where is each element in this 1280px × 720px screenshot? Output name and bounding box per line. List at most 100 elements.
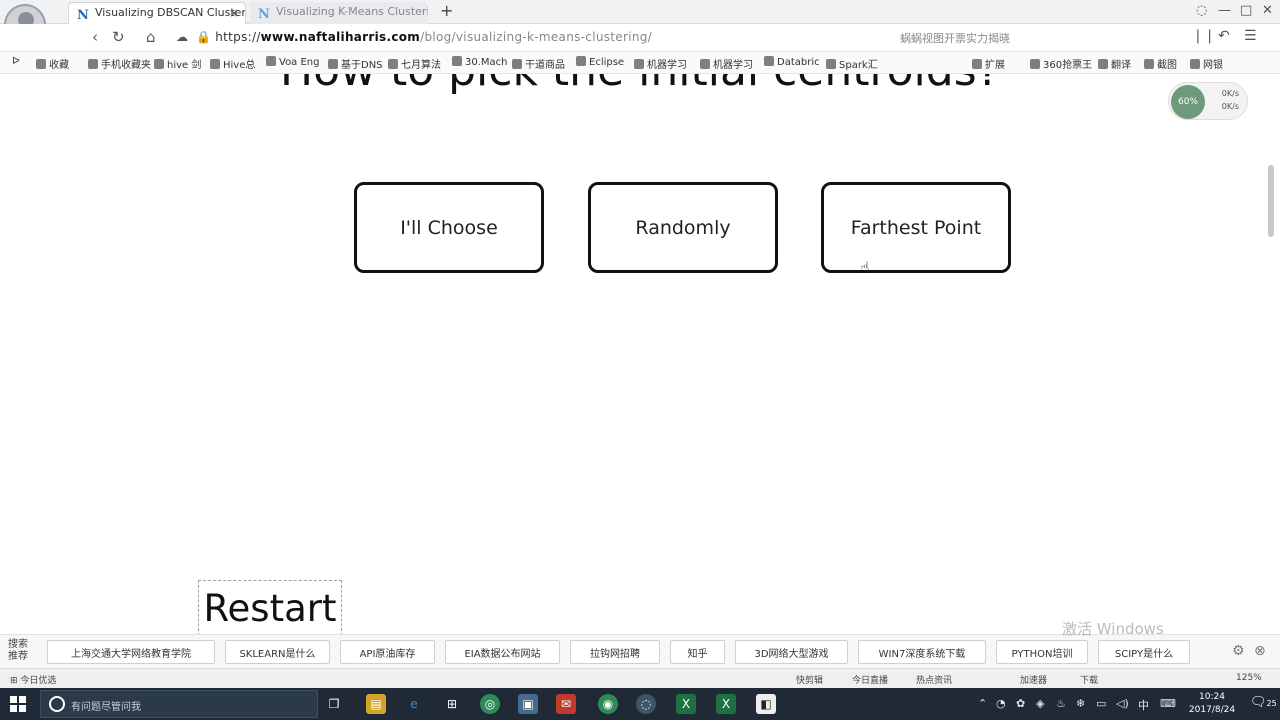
extension-item[interactable]: 翻译 xyxy=(1098,56,1131,71)
suggestion-chip[interactable]: PYTHON培训 xyxy=(996,640,1088,664)
status-item[interactable]: 快剪辑 xyxy=(796,673,823,686)
windows-activation-watermark: 激活 Windows xyxy=(1062,620,1164,638)
suggestion-chip[interactable]: 拉钩网招聘 xyxy=(570,640,660,664)
file-explorer-icon[interactable]: ▤ xyxy=(366,694,386,714)
status-item[interactable]: 热点资讯 xyxy=(916,673,952,686)
network-speed-widget[interactable]: 60% 0K/s 0K/s xyxy=(1168,82,1248,120)
suggestion-chip[interactable]: SKLEARN是什么 xyxy=(225,640,330,664)
tray-app-icon[interactable]: ✿ xyxy=(1016,697,1025,710)
app-icon[interactable]: ✉ xyxy=(556,694,576,714)
maximize-icon[interactable]: □ xyxy=(1240,3,1252,18)
restart-button[interactable]: Restart xyxy=(198,580,342,636)
suggestion-chip[interactable]: API原油库存 xyxy=(340,640,435,664)
network-icon[interactable]: ▭ xyxy=(1096,697,1106,710)
today-picks[interactable]: ⊞ 今日优选 xyxy=(10,673,56,686)
bookmark-item[interactable]: 手机收藏夹 xyxy=(88,56,151,71)
windows-start-icon[interactable] xyxy=(10,696,26,712)
random-centroids-button[interactable]: Randomly xyxy=(588,182,778,273)
menu-icon[interactable]: ☰ xyxy=(1244,28,1257,44)
suggestion-chip[interactable]: 知乎 xyxy=(670,640,725,664)
bookmarks-bar: ᐅ 收藏 手机收藏夹 hive 剑 Hive总 Voa Eng 基于DNS 七月… xyxy=(0,52,1280,74)
status-item[interactable]: 下载 xyxy=(1080,673,1098,686)
ime-language[interactable]: 中 xyxy=(1138,697,1149,713)
bookmark-item[interactable]: Hive总 xyxy=(210,56,255,71)
cortana-search-box[interactable]: 有问题尽管问我 xyxy=(40,690,318,718)
bookmark-item[interactable]: Spark汇 xyxy=(826,56,878,71)
browser-window: N Visualizing DBSCAN Clusterin × N Visua… xyxy=(0,0,1280,720)
upload-speed: 0K/s xyxy=(1221,89,1239,98)
extension-item[interactable]: 扩展 xyxy=(972,56,1005,71)
windows-taskbar: 有问题尽管问我 ❐ ▤ e ⊞ ◎ ▣ ✉ ◉ ◌ X X ◧ ⌃ ◔ ✿ ◈ … xyxy=(0,688,1280,720)
store-icon[interactable]: ⊞ xyxy=(442,694,462,714)
zoom-level[interactable]: 125% xyxy=(1236,673,1262,683)
browser-active-icon[interactable]: ◌ xyxy=(636,694,656,714)
tray-app-icon[interactable]: ◔ xyxy=(996,697,1006,710)
browser-360-icon[interactable]: ◉ xyxy=(598,694,618,714)
suggestion-chip[interactable]: SCIPY是什么 xyxy=(1098,640,1190,664)
bookmark-item[interactable]: 干道商品 xyxy=(512,56,565,71)
tray-app-icon[interactable]: ♨ xyxy=(1056,697,1066,710)
volume-icon[interactable]: ◁) xyxy=(1116,697,1129,710)
extension-item[interactable]: 截图 xyxy=(1144,56,1177,71)
bookmark-item[interactable]: 七月算法 xyxy=(388,56,441,71)
bookmarks-toggle-icon[interactable]: ᐅ xyxy=(12,56,20,67)
tray-app-icon[interactable]: ❄ xyxy=(1076,697,1085,710)
app-icon[interactable]: ◧ xyxy=(756,694,776,714)
hand-cursor-icon: ☝ xyxy=(860,258,870,277)
status-item[interactable]: 加速器 xyxy=(1020,673,1047,686)
keyboard-icon[interactable]: ⌨ xyxy=(1160,697,1176,710)
bookmark-item[interactable]: hive 剑 xyxy=(154,56,201,71)
status-item[interactable]: 今日直播 xyxy=(852,673,888,686)
farthest-point-button[interactable]: Farthest Point xyxy=(821,182,1011,273)
close-icon[interactable]: ⊗ xyxy=(1254,643,1266,659)
tab-favicon: N xyxy=(77,8,89,23)
home-icon[interactable]: ⌂ xyxy=(146,28,156,46)
bookmark-item[interactable]: 机器学习 xyxy=(700,56,753,71)
close-tab-icon[interactable]: × xyxy=(229,3,239,23)
search-suggestion-bar: 搜索 推荐 上海交通大学网络教育学院 SKLEARN是什么 API原油库存 EIA… xyxy=(0,634,1280,668)
new-tab-button[interactable]: + xyxy=(440,1,453,20)
url-field[interactable]: 🔒 https://www.naftaliharris.com/blog/visu… xyxy=(196,30,652,44)
choose-centroids-button[interactable]: I'll Choose xyxy=(354,182,544,273)
download-speed: 0K/s xyxy=(1221,102,1239,111)
action-center-icon[interactable]: 🗨25 xyxy=(1250,695,1277,710)
bookmark-item[interactable]: Eclipse xyxy=(576,56,624,68)
app-icon[interactable]: ◎ xyxy=(480,694,500,714)
task-view-icon[interactable]: ❐ xyxy=(324,694,344,714)
excel-icon[interactable]: X xyxy=(676,694,696,714)
bookmark-item[interactable]: 30.Mach xyxy=(452,56,508,68)
close-window-icon[interactable]: ✕ xyxy=(1262,3,1273,18)
minimize-icon[interactable]: — xyxy=(1218,3,1231,18)
bookmark-item[interactable]: 基于DNS xyxy=(328,56,383,71)
news-ticker[interactable]: 蜗蜗视图开票实力揭晓 xyxy=(900,30,1010,46)
edge-icon[interactable]: e xyxy=(404,694,424,714)
undo-icon[interactable]: ↶ xyxy=(1218,28,1230,44)
cloud-icon[interactable]: ☁ xyxy=(176,30,188,44)
tab-title: Visualizing DBSCAN Clusterin xyxy=(95,6,246,19)
back-icon[interactable]: ‹ xyxy=(92,28,98,46)
tray-app-icon[interactable]: ◈ xyxy=(1036,697,1044,710)
suggestion-chip[interactable]: EIA数据公布网站 xyxy=(445,640,560,664)
bookmark-item[interactable]: 机器学习 xyxy=(634,56,687,71)
excel-icon[interactable]: X xyxy=(716,694,736,714)
tray-expand-icon[interactable]: ⌃ xyxy=(978,697,987,710)
extension-item[interactable]: 360抢票王 xyxy=(1030,56,1092,71)
scrollbar-thumb[interactable] xyxy=(1268,165,1274,237)
bookmark-item[interactable]: Voa Eng xyxy=(266,56,320,68)
skin-icon[interactable]: ◌ xyxy=(1196,3,1207,18)
gear-icon[interactable]: ⚙ xyxy=(1232,643,1245,659)
bookmark-item[interactable]: Databric xyxy=(764,56,820,68)
reload-icon[interactable]: ↻ xyxy=(112,28,125,46)
tab-title: Visualizing K-Means Clusterin xyxy=(276,5,428,18)
tab-kmeans[interactable]: N Visualizing K-Means Clusterin xyxy=(250,2,428,24)
system-clock[interactable]: 10:24 2017/8/24 xyxy=(1186,691,1238,717)
bookmark-item[interactable]: 收藏 xyxy=(36,56,69,71)
tab-dbscan[interactable]: N Visualizing DBSCAN Clusterin × xyxy=(68,2,246,24)
tab-strip: N Visualizing DBSCAN Clusterin × N Visua… xyxy=(0,0,1280,24)
reader-icon[interactable]: ❘❘ xyxy=(1192,28,1215,44)
suggestion-chip[interactable]: 上海交通大学网络教育学院 xyxy=(47,640,215,664)
extension-item[interactable]: 网银 xyxy=(1190,56,1223,71)
suggestion-chip[interactable]: WIN7深度系统下载 xyxy=(858,640,986,664)
app-icon[interactable]: ▣ xyxy=(518,694,538,714)
suggestion-chip[interactable]: 3D网络大型游戏 xyxy=(735,640,848,664)
